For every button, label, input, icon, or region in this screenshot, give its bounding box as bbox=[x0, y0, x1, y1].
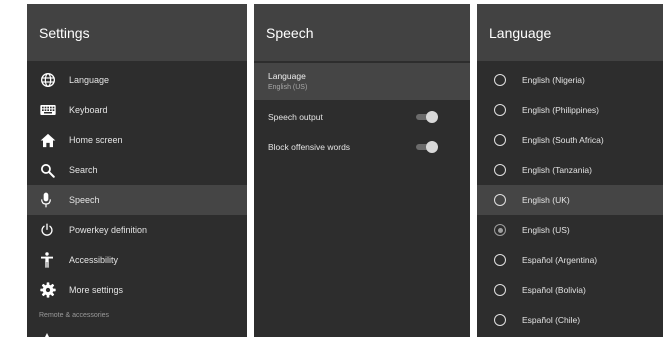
settings-item-language[interactable]: Language bbox=[27, 65, 247, 95]
settings-title: Settings bbox=[39, 24, 90, 41]
radio-button[interactable] bbox=[494, 254, 506, 266]
language-option[interactable]: English (US) bbox=[477, 215, 663, 245]
search-icon bbox=[40, 163, 68, 178]
language-option-label: English (Nigeria) bbox=[522, 75, 585, 85]
power-icon bbox=[40, 223, 68, 237]
language-option[interactable]: English (Philippines) bbox=[477, 95, 663, 125]
radio-button[interactable] bbox=[494, 134, 506, 146]
block-offensive-item[interactable]: Block offensive words bbox=[254, 132, 470, 162]
settings-item-accessibility[interactable]: Accessibility bbox=[27, 245, 247, 275]
speech-title: Speech bbox=[266, 24, 314, 41]
language-option-label: Español (Argentina) bbox=[522, 255, 598, 265]
settings-item-home-screen[interactable]: Home screen bbox=[27, 125, 247, 155]
gear-icon bbox=[40, 282, 68, 298]
language-option[interactable]: English (Nigeria) bbox=[477, 65, 663, 95]
settings-item-label: More settings bbox=[69, 285, 124, 295]
language-option-label: English (US) bbox=[522, 225, 570, 235]
speech-header: Speech bbox=[254, 4, 470, 61]
speech-language-value: English (US) bbox=[268, 84, 308, 91]
block-offensive-label: Block offensive words bbox=[268, 142, 351, 152]
language-option[interactable]: English (Tanzania) bbox=[477, 155, 663, 185]
language-option[interactable]: English (UK) bbox=[477, 185, 663, 215]
language-option-label: English (Tanzania) bbox=[522, 165, 592, 175]
radio-button[interactable] bbox=[494, 314, 506, 326]
partial-item-icon bbox=[41, 330, 53, 337]
speech-output-toggle[interactable] bbox=[416, 111, 438, 123]
language-header: Language bbox=[477, 4, 663, 61]
settings-item-label: Home screen bbox=[69, 135, 123, 145]
radio-button[interactable] bbox=[494, 194, 506, 206]
language-option-label: Español (Bolivia) bbox=[522, 285, 586, 295]
speech-output-label: Speech output bbox=[268, 112, 323, 122]
language-option-label: English (Philippines) bbox=[522, 105, 600, 115]
language-panel: Language English (Nigeria) English (Phil… bbox=[477, 4, 663, 337]
settings-item-label: Speech bbox=[69, 195, 100, 205]
settings-item-keyboard[interactable]: Keyboard bbox=[27, 95, 247, 125]
language-title: Language bbox=[489, 24, 552, 41]
block-offensive-toggle[interactable] bbox=[416, 141, 438, 153]
radio-button[interactable] bbox=[494, 104, 506, 116]
language-option[interactable]: Español (Argentina) bbox=[477, 245, 663, 275]
radio-button[interactable] bbox=[494, 284, 506, 296]
home-icon bbox=[40, 133, 68, 148]
language-option-label: English (UK) bbox=[522, 195, 570, 205]
globe-icon bbox=[40, 72, 68, 88]
speech-output-item[interactable]: Speech output bbox=[254, 102, 470, 132]
settings-item-label: Search bbox=[69, 165, 98, 175]
language-option-label: English (South Africa) bbox=[522, 135, 604, 145]
accessibility-icon bbox=[40, 252, 68, 268]
microphone-icon bbox=[40, 192, 68, 208]
settings-item-more-settings[interactable]: More settings bbox=[27, 275, 247, 305]
speech-language-title: Language bbox=[268, 71, 306, 81]
language-option[interactable]: English (South Africa) bbox=[477, 125, 663, 155]
speech-language-item[interactable]: Language English (US) bbox=[254, 63, 470, 100]
settings-item-label: Keyboard bbox=[69, 105, 108, 115]
settings-item-speech[interactable]: Speech bbox=[27, 185, 247, 215]
language-option[interactable]: Español (Chile) bbox=[477, 305, 663, 335]
settings-item-powerkey[interactable]: Powerkey definition bbox=[27, 215, 247, 245]
settings-item-label: Accessibility bbox=[69, 255, 119, 265]
settings-panel: Settings Language Keyboard Home screen S… bbox=[27, 4, 247, 337]
settings-header: Settings bbox=[27, 4, 247, 61]
settings-item-label: Language bbox=[69, 75, 110, 85]
radio-button-selected[interactable] bbox=[494, 224, 506, 236]
speech-panel: Speech Language English (US) Speech outp… bbox=[254, 4, 470, 337]
language-option[interactable]: Español (Bolivia) bbox=[477, 275, 663, 305]
radio-button[interactable] bbox=[494, 164, 506, 176]
section-title-remote: Remote & accessories bbox=[39, 312, 110, 319]
radio-button[interactable] bbox=[494, 74, 506, 86]
settings-item-search[interactable]: Search bbox=[27, 155, 247, 185]
language-option-label: Español (Chile) bbox=[522, 315, 581, 325]
settings-item-label: Powerkey definition bbox=[69, 225, 148, 235]
keyboard-icon bbox=[40, 104, 68, 116]
